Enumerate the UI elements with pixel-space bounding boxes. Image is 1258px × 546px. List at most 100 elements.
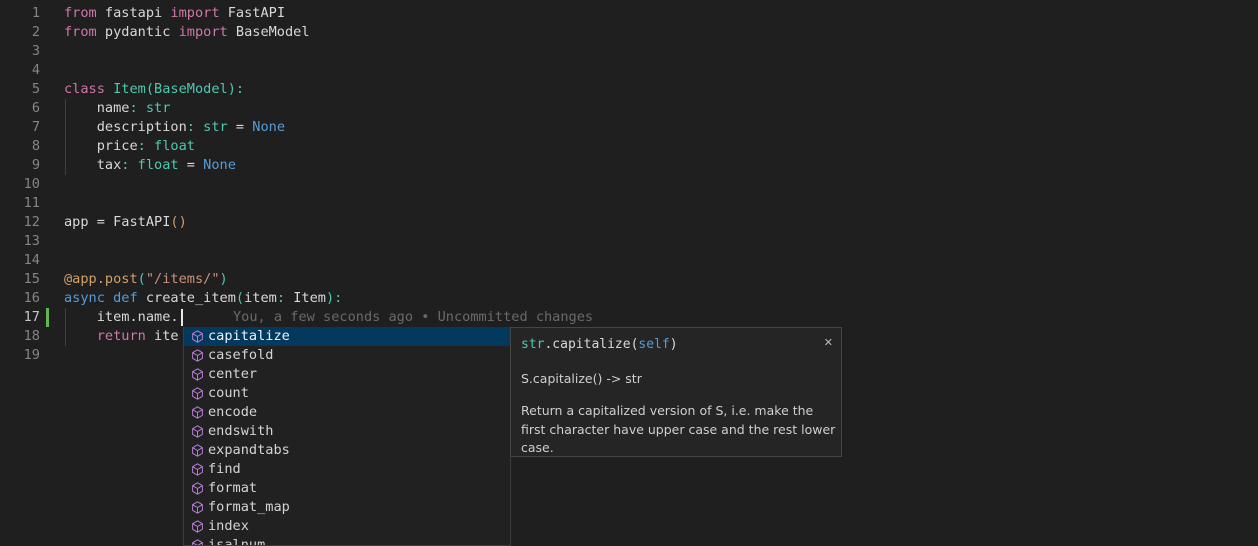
symbol-method-icon [189, 367, 205, 383]
suggestion-encode[interactable]: encode [184, 403, 510, 422]
code-token: import [170, 5, 219, 21]
code-line-16[interactable]: 16async def create_item(item: Item): [0, 289, 1258, 308]
code-token: from [64, 5, 97, 21]
error-squiggle [64, 343, 98, 347]
gitlens-blame-annotation: You, a few seconds ago • Uncommitted cha… [233, 308, 593, 327]
code-token: str [521, 337, 544, 352]
code-line-1[interactable]: 1from fastapi import FastAPI [0, 4, 1258, 23]
suggestion-find[interactable]: find [184, 460, 510, 479]
line-number[interactable]: 10 [0, 175, 40, 194]
code-token: float [154, 138, 195, 154]
code-token: item [244, 290, 277, 306]
code-token: @app.post [64, 271, 138, 287]
line-content: item.name. [64, 308, 179, 327]
line-number[interactable]: 8 [0, 137, 40, 156]
code-token: ) [220, 271, 228, 287]
code-token: : [138, 138, 146, 154]
code-token [105, 81, 113, 97]
line-number[interactable]: 12 [0, 213, 40, 232]
text-cursor [181, 309, 183, 326]
code-line-3[interactable]: 3 [0, 42, 1258, 61]
docs-description: Return a capitalized version of S, i.e. … [521, 402, 837, 458]
symbol-method-icon [189, 538, 205, 546]
code-line-6[interactable]: 6 name: str [0, 99, 1258, 118]
code-token [195, 119, 203, 135]
symbol-method-icon [189, 405, 205, 421]
code-line-13[interactable]: 13 [0, 232, 1258, 251]
code-token: ( [138, 271, 146, 287]
line-number[interactable]: 18 [0, 327, 40, 346]
line-number[interactable]: 4 [0, 61, 40, 80]
close-icon[interactable]: ✕ [824, 333, 833, 352]
suggestion-label: expandtabs [208, 441, 290, 460]
code-line-10[interactable]: 10 [0, 175, 1258, 194]
line-number[interactable]: 1 [0, 4, 40, 23]
code-token [105, 290, 113, 306]
code-token: BaseModel [154, 81, 228, 97]
suggestion-capitalize[interactable]: capitalize [184, 327, 510, 346]
symbol-method-icon [189, 386, 205, 402]
code-line-5[interactable]: 5 class Item(BaseModel): [0, 80, 1258, 99]
suggestion-format_map[interactable]: format_map [184, 498, 510, 517]
code-line-14[interactable]: 14 [0, 251, 1258, 270]
line-content: app = FastAPI() [64, 213, 187, 232]
code-token: None [203, 157, 236, 173]
suggestion-endswith[interactable]: endswith [184, 422, 510, 441]
line-number[interactable]: 5 [0, 80, 40, 99]
code-line-12[interactable]: 12 app = FastAPI() [0, 213, 1258, 232]
line-number[interactable]: 2 [0, 23, 40, 42]
line-number[interactable]: 14 [0, 251, 40, 270]
code-token: str [203, 119, 228, 135]
code-token: import [179, 24, 228, 40]
code-token [179, 157, 187, 173]
symbol-method-icon [189, 462, 205, 478]
line-number[interactable]: 13 [0, 232, 40, 251]
code-line-15[interactable]: 15 @app.post("/items/") [0, 270, 1258, 289]
symbol-method-icon [189, 519, 205, 535]
line-content: class Item(BaseModel): [64, 80, 244, 99]
code-token: def [113, 290, 138, 306]
code-line-2[interactable]: 2from pydantic import BaseModel [0, 23, 1258, 42]
code-line-17[interactable]: 17 item.name. [0, 308, 1258, 327]
docs-summary: S.capitalize() -> str [521, 369, 831, 388]
line-number[interactable]: 17 [0, 308, 40, 327]
line-number[interactable]: 9 [0, 156, 40, 175]
suggestion-label: format [208, 479, 257, 498]
line-number[interactable]: 6 [0, 99, 40, 118]
code-line-9[interactable]: 9 tax: float = None [0, 156, 1258, 175]
code-token: create_item [138, 290, 236, 306]
code-line-4[interactable]: 4 [0, 61, 1258, 80]
suggestion-label: index [208, 517, 249, 536]
suggestion-index[interactable]: index [184, 517, 510, 536]
suggestion-isalnum[interactable]: isalnum [184, 536, 510, 546]
line-number[interactable]: 11 [0, 194, 40, 213]
code-token: BaseModel [228, 24, 310, 40]
line-number[interactable]: 3 [0, 42, 40, 61]
suggestion-label: find [208, 460, 241, 479]
code-token: class [64, 81, 105, 97]
line-number[interactable]: 15 [0, 270, 40, 289]
line-content: @app.post("/items/") [64, 270, 228, 289]
code-token: str [146, 100, 171, 116]
code-token: ) [670, 337, 678, 352]
code-editor: 1from fastapi import FastAPI2from pydant… [0, 0, 1258, 546]
git-added-gutter-indicator [46, 308, 49, 327]
code-token: ( [236, 290, 244, 306]
line-number[interactable]: 19 [0, 346, 40, 365]
line-number[interactable]: 7 [0, 118, 40, 137]
suggestion-label: endswith [208, 422, 273, 441]
suggestion-center[interactable]: center [184, 365, 510, 384]
suggestion-count[interactable]: count [184, 384, 510, 403]
line-number[interactable]: 16 [0, 289, 40, 308]
code-token [129, 157, 137, 173]
code-token: Item [113, 81, 146, 97]
suggestion-expandtabs[interactable]: expandtabs [184, 441, 510, 460]
code-token: self [638, 337, 669, 352]
suggestion-casefold[interactable]: casefold [184, 346, 510, 365]
suggestion-format[interactable]: format [184, 479, 510, 498]
code-token: .capitalize( [544, 337, 638, 352]
code-line-11[interactable]: 11 [0, 194, 1258, 213]
code-line-8[interactable]: 8 price: float [0, 137, 1258, 156]
code-token: FastAPI [220, 5, 285, 21]
code-line-7[interactable]: 7 description: str = None [0, 118, 1258, 137]
